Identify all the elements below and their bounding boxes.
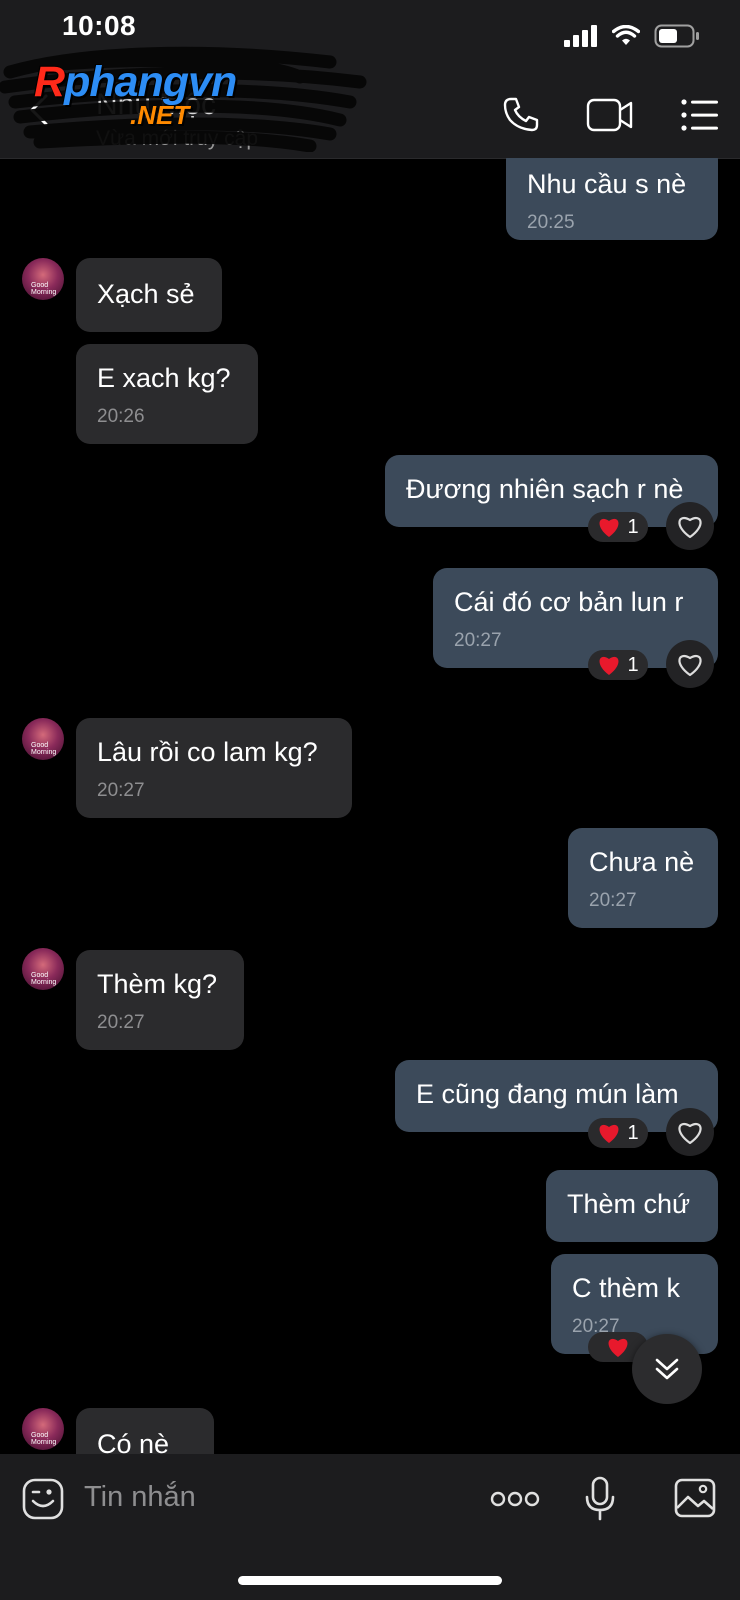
avatar-caption: Good Morning — [31, 972, 57, 986]
message-text: Nhu cầu s nè — [527, 169, 687, 199]
more-options-icon[interactable] — [490, 1490, 540, 1508]
double-chevron-down-icon — [655, 1358, 679, 1380]
reaction-badge[interactable]: 1 — [588, 1118, 648, 1148]
avatar-caption: Good Morning — [31, 742, 57, 756]
message-bubble-incoming[interactable]: Có nè — [76, 1408, 214, 1454]
heart-outline-icon — [678, 1123, 702, 1145]
contact-avatar[interactable]: Good Morning — [22, 258, 64, 300]
phone-call-icon[interactable] — [502, 96, 540, 134]
message-time: 20:26 — [97, 406, 145, 427]
message-text: Cái đó cơ bản lun r — [454, 587, 684, 617]
sticker-emoji-icon[interactable] — [22, 1478, 64, 1520]
cellular-signal-icon — [564, 25, 597, 47]
heart-reaction-icon — [608, 1338, 628, 1357]
reaction-badge[interactable]: 1 — [588, 512, 648, 542]
message-bubble-outgoing[interactable]: Chưa nè 20:27 — [568, 828, 718, 928]
like-button[interactable] — [666, 640, 714, 688]
avatar-caption: Good Morning — [31, 282, 57, 296]
heart-outline-icon — [678, 655, 702, 677]
heart-reaction-icon — [599, 518, 619, 537]
message-bubble-incoming[interactable]: Lâu rồi co lam kg? 20:27 — [76, 718, 352, 818]
contact-avatar[interactable]: Good Morning — [22, 948, 64, 990]
reaction-count: 1 — [627, 653, 639, 676]
message-time: 20:27 — [97, 780, 145, 801]
status-icons — [564, 24, 700, 48]
message-text: E cũng đang mún làm — [416, 1079, 679, 1109]
message-text: Thèm chứ — [567, 1189, 691, 1219]
message-list[interactable]: Nhu cầu s nè 20:25 Good Morning Xạch sẻ … — [0, 158, 740, 1454]
message-text: Có nè — [97, 1429, 170, 1454]
like-button[interactable] — [666, 502, 714, 550]
contact-avatar[interactable]: Good Morning — [22, 718, 64, 760]
message-bubble-incoming[interactable]: Thèm kg? 20:27 — [76, 950, 244, 1050]
reaction-count: 1 — [627, 1121, 639, 1144]
status-time: 10:08 — [62, 10, 137, 41]
message-text: E xach kg? — [97, 363, 231, 393]
watermark-suffix: .NET — [130, 100, 190, 130]
message-time: 20:27 — [589, 890, 637, 911]
reaction-badge[interactable]: 1 — [588, 650, 648, 680]
watermark-logo: Rphangvn .NET — [34, 58, 264, 130]
message-bubble-incoming[interactable]: E xach kg? 20:26 — [76, 344, 258, 444]
message-text: Xạch sẻ — [97, 279, 195, 309]
like-button[interactable] — [666, 1108, 714, 1156]
contact-avatar[interactable]: Good Morning — [22, 1408, 64, 1450]
avatar-caption: Good Morning — [31, 1432, 57, 1446]
video-call-icon[interactable] — [586, 96, 634, 134]
message-bubble-outgoing[interactable]: Nhu cầu s nè 20:25 — [506, 158, 718, 240]
heart-outline-icon — [678, 517, 702, 539]
microphone-icon[interactable] — [584, 1476, 616, 1522]
message-bubble-incoming[interactable]: Xạch sẻ — [76, 258, 222, 332]
message-text: Lâu rồi co lam kg? — [97, 737, 318, 767]
battery-icon — [654, 24, 699, 48]
watermark-brand-first: R — [34, 58, 65, 106]
message-input[interactable]: Tin nhắn — [84, 1481, 196, 1514]
message-time: 20:25 — [527, 212, 575, 233]
message-time: 20:27 — [454, 630, 502, 651]
watermark-brand-rest: phangvn — [64, 58, 237, 106]
message-bubble-outgoing[interactable]: Thèm chứ — [546, 1170, 718, 1242]
message-text: Thèm kg? — [97, 969, 218, 999]
message-text: C thèm k — [572, 1273, 681, 1303]
heart-reaction-icon — [599, 1124, 619, 1143]
heart-reaction-icon — [599, 656, 619, 675]
message-text: Chưa nè — [589, 847, 695, 877]
reaction-count: 1 — [627, 515, 639, 538]
image-gallery-icon[interactable] — [674, 1478, 716, 1518]
message-text: Đương nhiên sạch r nè — [406, 474, 684, 504]
wifi-icon — [612, 25, 640, 45]
scroll-to-bottom-button[interactable] — [632, 1334, 702, 1404]
menu-icon[interactable] — [680, 96, 720, 134]
home-indicator[interactable] — [238, 1576, 502, 1585]
message-time: 20:27 — [97, 1012, 145, 1033]
